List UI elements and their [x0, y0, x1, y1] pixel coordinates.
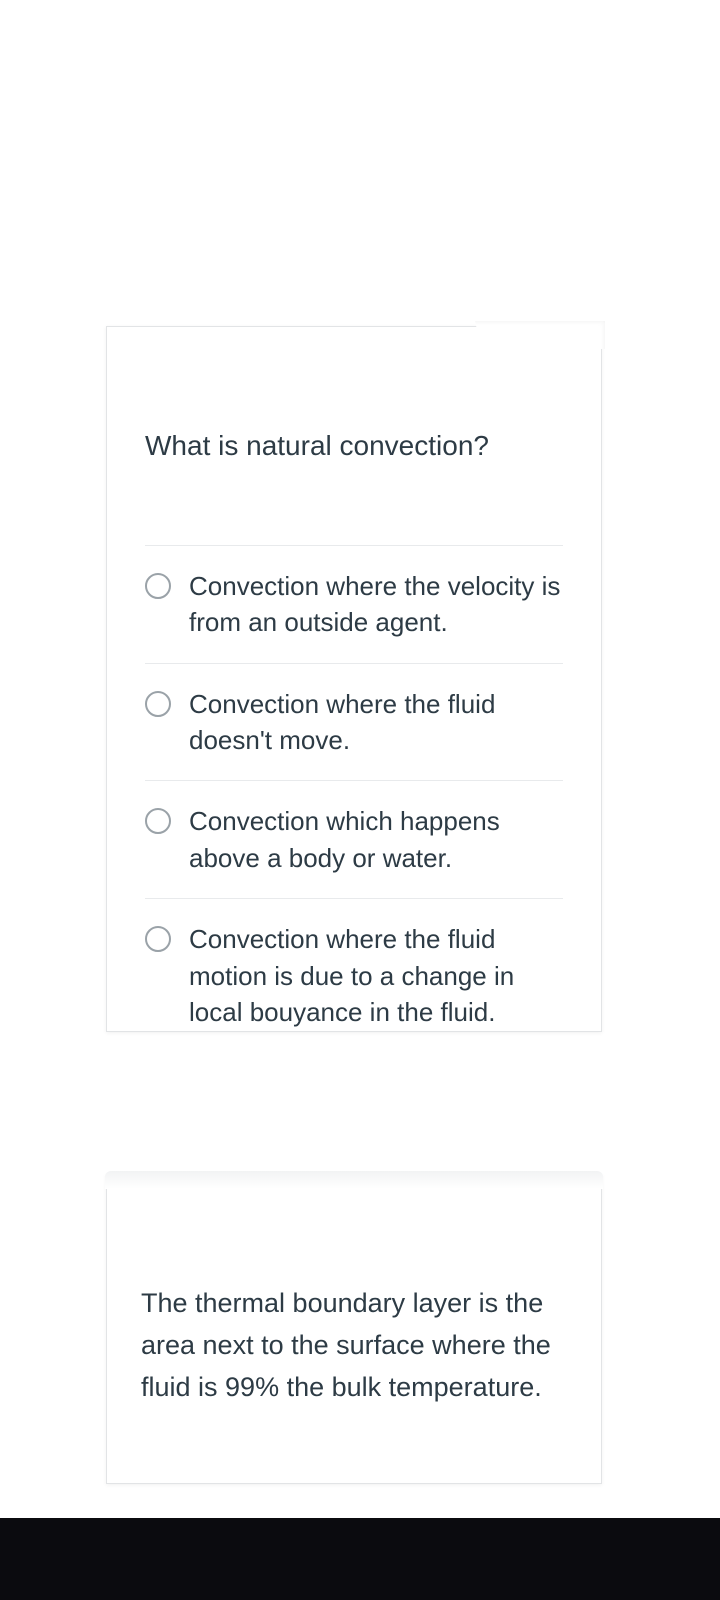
question-card-1: What is natural convection? Convection w…: [106, 326, 602, 1032]
quiz-viewport: What is natural convection? Convection w…: [0, 0, 720, 1600]
radio-icon[interactable]: [145, 926, 171, 952]
answer-option[interactable]: Convection where the fluid doesn't move.: [145, 663, 563, 781]
card-top-decoration: [105, 1171, 603, 1189]
answer-option[interactable]: Convection where the fluid motion is due…: [145, 898, 563, 1052]
question-card-2: The thermal boundary layer is the area n…: [106, 1174, 602, 1484]
question-prompt: What is natural convection?: [145, 427, 563, 465]
answer-options-list: Convection where the velocity is from an…: [145, 545, 563, 1053]
card-corner-decoration: [475, 321, 605, 349]
bottom-bar: [0, 1518, 720, 1600]
radio-icon[interactable]: [145, 808, 171, 834]
radio-icon[interactable]: [145, 691, 171, 717]
question-statement: The thermal boundary layer is the area n…: [141, 1283, 563, 1409]
answer-option-label: Convection where the velocity is from an…: [189, 568, 563, 641]
answer-option[interactable]: Convection which happens above a body or…: [145, 780, 563, 898]
answer-option-label: Convection where the fluid motion is due…: [189, 921, 563, 1030]
radio-icon[interactable]: [145, 573, 171, 599]
answer-option-label: Convection which happens above a body or…: [189, 803, 563, 876]
answer-option-label: Convection where the fluid doesn't move.: [189, 686, 563, 759]
answer-option[interactable]: Convection where the velocity is from an…: [145, 545, 563, 663]
